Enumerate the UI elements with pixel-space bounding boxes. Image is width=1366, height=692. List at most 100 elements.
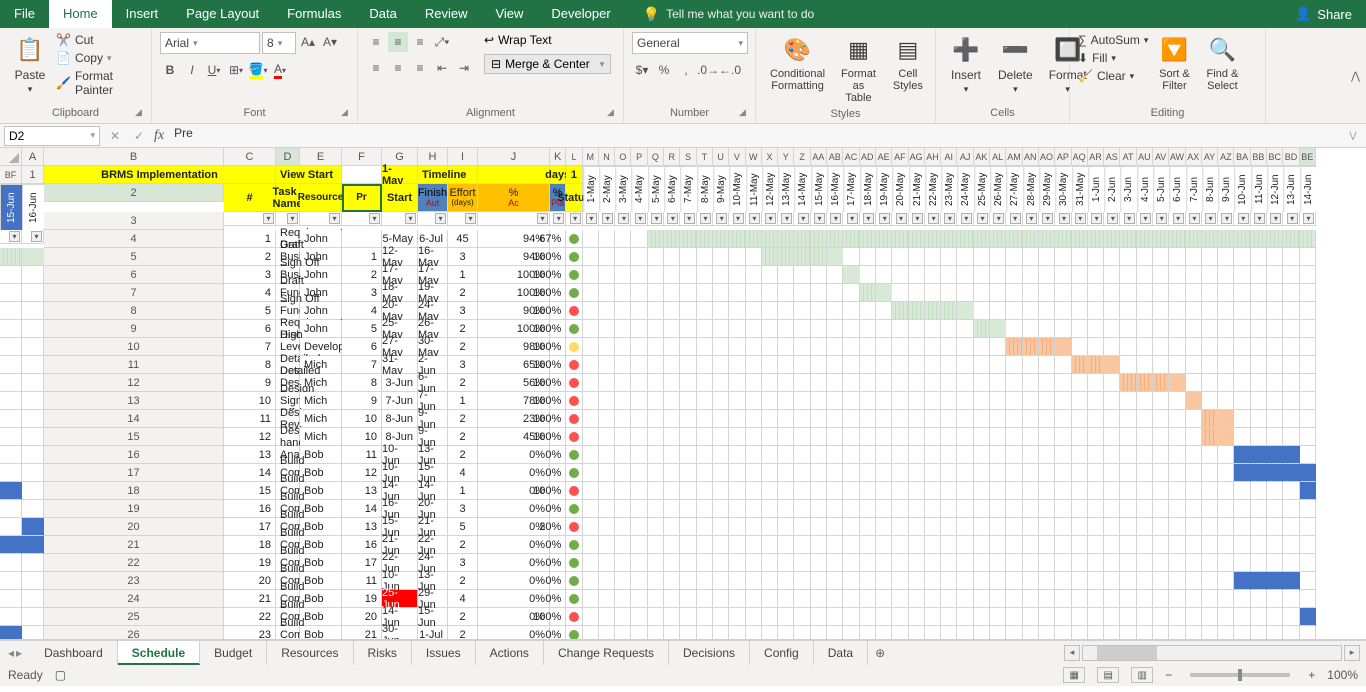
filter-cell[interactable]: ▾ (746, 212, 762, 226)
task-index[interactable]: 3 (224, 266, 276, 284)
row-header-12[interactable]: 12 (44, 374, 224, 392)
column-header-AR[interactable]: AR (1088, 148, 1104, 166)
column-header-P[interactable]: P (631, 148, 647, 166)
date-header-4-Jun[interactable]: 4-Jun (1137, 166, 1153, 212)
date-header-7-Jun[interactable]: 7-Jun (1186, 166, 1202, 212)
increase-indent-icon[interactable]: ⇥ (454, 58, 474, 78)
column-header-BF[interactable]: BF (0, 166, 22, 184)
expand-formula-bar-icon[interactable]: ⋁ (1346, 130, 1360, 141)
task-pct-plan[interactable]: 0% (550, 554, 566, 572)
task-pct-plan[interactable]: 100% (550, 320, 566, 338)
column-header-X[interactable]: X (762, 148, 778, 166)
date-header-15-Jun[interactable]: 15-Jun (0, 184, 22, 230)
fx-icon[interactable]: fx (154, 128, 164, 144)
task-pct-plan[interactable]: 100% (550, 410, 566, 428)
filter-dropdown-icon[interactable]: ▾ (1287, 213, 1298, 224)
filter-dropdown-icon[interactable]: ▾ (928, 213, 939, 224)
filter-dropdown-icon[interactable]: ▾ (287, 213, 298, 224)
align-right-icon[interactable]: ≡ (410, 58, 430, 78)
collapse-ribbon-icon[interactable]: ⋀ (1351, 69, 1360, 82)
filter-dropdown-icon[interactable]: ▾ (944, 213, 955, 224)
increase-decimal-icon[interactable]: .0→ (698, 60, 718, 80)
date-header-2-May[interactable]: 2-May (599, 166, 615, 212)
ribbon-tab-view[interactable]: View (481, 0, 537, 28)
date-header-9-Jun[interactable]: 9-Jun (1218, 166, 1234, 212)
task-status[interactable] (566, 428, 582, 446)
name-box[interactable]: D2▾ (4, 126, 100, 146)
column-header-AV[interactable]: AV (1153, 148, 1169, 166)
sheet-nav-first-icon[interactable]: ◂ (8, 646, 14, 660)
date-header-20-May[interactable]: 20-May (892, 166, 908, 212)
row-header-4[interactable]: 4 (44, 230, 224, 248)
filter-cell[interactable]: ▾ (957, 212, 973, 226)
task-pct-actual[interactable]: 0% (478, 572, 550, 590)
format-painter-button[interactable]: 🖌️Format Painter (56, 68, 143, 98)
header-hash[interactable]: # (224, 184, 276, 212)
row-header-20[interactable]: 20 (44, 518, 224, 536)
zoom-slider[interactable] (1190, 673, 1290, 677)
filter-cell[interactable]: ▾ (1137, 212, 1153, 226)
page-break-button[interactable]: ▥ (1131, 667, 1153, 683)
date-header-1-May[interactable]: 1-May (583, 166, 599, 212)
filter-dropdown-icon[interactable]: ▾ (814, 213, 825, 224)
column-header-BA[interactable]: BA (1234, 148, 1250, 166)
filter-cell[interactable]: ▾ (1267, 212, 1283, 226)
sheet-nav-last-icon[interactable]: ▸ (16, 646, 22, 660)
date-header-13-May[interactable]: 13-May (778, 166, 794, 212)
task-pct-actual[interactable]: 0% (478, 536, 550, 554)
task-pct-actual[interactable]: 0% (478, 446, 550, 464)
filter-dropdown-icon[interactable]: ▾ (912, 213, 923, 224)
filter-cell[interactable]: ▾ (0, 230, 22, 244)
date-header-15-May[interactable]: 15-May (811, 166, 827, 212)
filter-cell[interactable]: ▾ (778, 212, 794, 226)
date-header-8-May[interactable]: 8-May (697, 166, 713, 212)
column-header-AK[interactable]: AK (974, 148, 990, 166)
filter-cell[interactable]: ▾ (990, 212, 1006, 226)
row-header-9[interactable]: 9 (44, 320, 224, 338)
task-pct-plan[interactable]: 100% (550, 356, 566, 374)
filter-cell[interactable]: ▾ (599, 212, 615, 226)
filter-dropdown-icon[interactable]: ▾ (553, 213, 564, 224)
date-header-12-Jun[interactable]: 12-Jun (1267, 166, 1283, 212)
column-header-N[interactable]: N (599, 148, 615, 166)
header-start[interactable]: Start (382, 184, 418, 212)
column-header-T[interactable]: T (697, 148, 713, 166)
filter-dropdown-icon[interactable]: ▾ (263, 213, 274, 224)
filter-cell[interactable]: ▾ (566, 212, 582, 226)
task-predecessor[interactable]: 21 (342, 626, 382, 640)
timeline-start-date[interactable]: 1-May (382, 166, 418, 184)
task-resource[interactable]: Bob (300, 626, 342, 640)
bold-button[interactable]: B (160, 60, 180, 80)
task-effort[interactable]: 2 (448, 410, 478, 428)
task-pct-plan[interactable]: 67% (550, 230, 566, 248)
filter-dropdown-icon[interactable]: ▾ (1221, 213, 1232, 224)
fill-color-button[interactable]: 🪣▾ (248, 60, 268, 80)
task-pct-plan[interactable]: 20% (550, 518, 566, 536)
task-predecessor[interactable]: 5 (342, 320, 382, 338)
filter-dropdown-icon[interactable]: ▾ (798, 213, 809, 224)
task-pct-plan[interactable]: 100% (550, 374, 566, 392)
filter-dropdown-icon[interactable]: ▾ (1205, 213, 1216, 224)
row-header-6[interactable]: 6 (44, 266, 224, 284)
task-pct-plan[interactable]: 0% (550, 626, 566, 640)
scroll-left-button[interactable]: ◂ (1064, 645, 1080, 661)
format-table-button[interactable]: ▦Format as Table (835, 32, 882, 106)
filter-dropdown-icon[interactable]: ▾ (602, 213, 613, 224)
date-header-14-Jun[interactable]: 14-Jun (1300, 166, 1316, 212)
task-status[interactable] (566, 374, 582, 392)
underline-button[interactable]: U▾ (204, 60, 224, 80)
column-header-BE[interactable]: BE (1300, 148, 1316, 166)
align-left-icon[interactable]: ≡ (366, 58, 386, 78)
filter-cell[interactable]: ▾ (1023, 212, 1039, 226)
task-predecessor[interactable]: 12 (342, 464, 382, 482)
task-status[interactable] (566, 536, 582, 554)
filter-cell[interactable]: ▾ (762, 212, 778, 226)
column-header-AG[interactable]: AG (909, 148, 925, 166)
filter-dropdown-icon[interactable]: ▾ (1059, 213, 1070, 224)
task-status[interactable] (566, 266, 582, 284)
column-header-AI[interactable]: AI (941, 148, 957, 166)
filter-cell[interactable]: ▾ (811, 212, 827, 226)
task-status[interactable] (566, 464, 582, 482)
column-header-AD[interactable]: AD (860, 148, 876, 166)
task-index[interactable]: 15 (224, 482, 276, 500)
